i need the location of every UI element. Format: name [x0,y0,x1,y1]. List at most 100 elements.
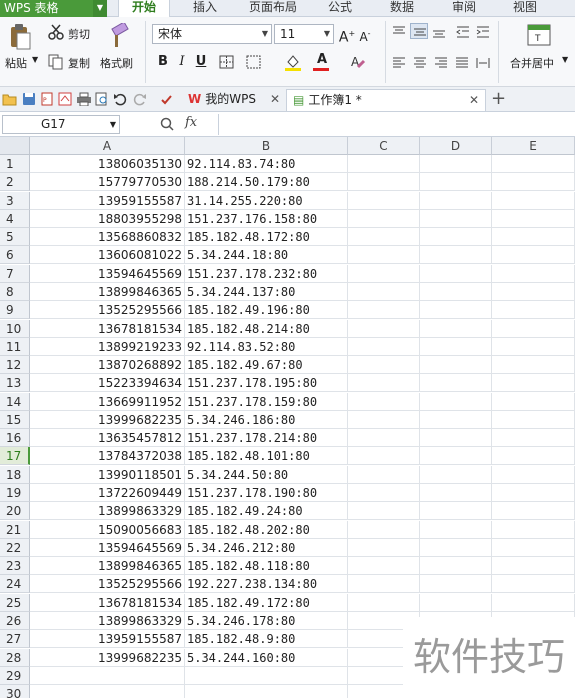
cell-c16[interactable] [348,429,420,448]
row-header[interactable]: 17 [0,447,30,466]
row-header[interactable]: 23 [0,557,30,576]
cell-a29[interactable] [30,666,185,685]
tab-data[interactable]: 数据 [380,0,424,17]
distributed-align-icon[interactable] [476,57,490,69]
align-bottom-icon[interactable] [432,26,446,38]
fill-color-icon[interactable] [284,53,302,71]
paste-icon[interactable] [8,23,32,51]
cell-d20[interactable] [420,502,492,521]
cell-d12[interactable] [420,356,492,375]
cell-a23[interactable]: 13899846365 [30,557,185,576]
paste-button[interactable]: 粘贴 [5,55,27,71]
chevron-down-icon[interactable]: ▼ [93,0,107,17]
row-header[interactable]: 25 [0,593,30,612]
cell-e20[interactable] [492,502,575,521]
tab-page-layout[interactable]: 页面布局 [240,0,306,17]
cell-c15[interactable] [348,410,420,429]
cell-c11[interactable] [348,337,420,356]
cell-b16[interactable]: 151.237.178.214:80 [185,429,348,448]
undo-icon[interactable] [113,92,127,106]
cell-b22[interactable]: 5.34.246.212:80 [185,538,348,557]
align-center-icon[interactable] [413,57,427,69]
cell-a19[interactable]: 13722609449 [30,484,185,503]
export-pdf-icon[interactable]: P [40,92,54,106]
row-header[interactable]: 1 [0,155,30,173]
cell-b30[interactable] [185,685,348,698]
cell-b11[interactable]: 92.114.83.52:80 [185,337,348,356]
cell-c10[interactable] [348,319,420,338]
row-header[interactable]: 7 [0,264,30,283]
row-header[interactable]: 16 [0,429,30,448]
cell-c8[interactable] [348,282,420,301]
cell-e9[interactable] [492,301,575,320]
cell-c13[interactable] [348,374,420,393]
cell-e12[interactable] [492,356,575,375]
copy-icon[interactable] [48,54,64,70]
border-icon[interactable] [219,55,235,69]
row-header[interactable]: 20 [0,502,30,521]
format-painter-icon[interactable] [107,23,131,49]
cell-d18[interactable] [420,465,492,484]
cell-b5[interactable]: 185.182.48.172:80 [185,228,348,247]
cell-d25[interactable] [420,593,492,612]
row-header[interactable]: 9 [0,301,30,320]
tab-insert[interactable]: 插入 [183,0,227,17]
cell-e10[interactable] [492,319,575,338]
column-header-e[interactable]: E [492,137,575,155]
cell-b1[interactable]: 92.114.83.74:80 [185,155,348,173]
cell-d10[interactable] [420,319,492,338]
new-tab-icon[interactable]: + [491,88,506,109]
cell-b17[interactable]: 185.182.48.101:80 [185,447,348,466]
row-header[interactable]: 4 [0,209,30,228]
cell-e6[interactable] [492,246,575,265]
cell-a15[interactable]: 13999682235 [30,410,185,429]
cell-a12[interactable]: 13870268892 [30,356,185,375]
cell-a24[interactable]: 13525295566 [30,575,185,594]
cell-b27[interactable]: 185.182.48.9:80 [185,630,348,649]
cell-d3[interactable] [420,191,492,210]
cell-e7[interactable] [492,264,575,283]
cell-c17[interactable] [348,447,420,466]
row-header[interactable]: 11 [0,337,30,356]
cell-b26[interactable]: 5.34.246.178:80 [185,612,348,630]
row-header[interactable]: 3 [0,191,30,210]
decrease-font-icon[interactable]: A- [356,25,374,44]
row-header[interactable]: 30 [0,685,30,698]
cell-c14[interactable] [348,392,420,411]
cell-e4[interactable] [492,209,575,228]
cell-e15[interactable] [492,410,575,429]
column-header-b[interactable]: B [185,137,348,155]
font-size-select[interactable]: 11 ▼ [274,24,334,44]
cell-b18[interactable]: 5.34.244.50:80 [185,465,348,484]
cell-d6[interactable] [420,246,492,265]
cell-d7[interactable] [420,264,492,283]
merge-center-icon[interactable]: T [527,24,551,46]
zoom-icon[interactable] [160,117,174,131]
cell-c1[interactable] [348,155,420,173]
print-preview-icon[interactable] [95,92,109,106]
cell-d11[interactable] [420,337,492,356]
cell-b2[interactable]: 188.214.50.179:80 [185,173,348,192]
cell-d22[interactable] [420,538,492,557]
clear-format-icon[interactable]: A [350,54,366,70]
cell-b21[interactable]: 185.182.48.202:80 [185,520,348,539]
cell-a25[interactable]: 13678181534 [30,593,185,612]
font-color-icon[interactable]: A [313,51,331,69]
cell-d15[interactable] [420,410,492,429]
cell-e3[interactable] [492,191,575,210]
cell-c18[interactable] [348,465,420,484]
cell-d4[interactable] [420,209,492,228]
cell-a11[interactable]: 13899219233 [30,337,185,356]
row-header[interactable]: 22 [0,538,30,557]
underline-icon[interactable]: U [192,53,210,71]
cell-b3[interactable]: 31.14.255.220:80 [185,191,348,210]
justify-icon[interactable] [455,57,469,69]
cell-e25[interactable] [492,593,575,612]
row-header[interactable]: 15 [0,410,30,429]
column-header-d[interactable]: D [420,137,492,155]
increase-font-icon[interactable]: A+ [338,25,356,46]
cell-b29[interactable] [185,666,348,685]
row-header[interactable]: 29 [0,666,30,685]
cell-c12[interactable] [348,356,420,375]
pdf-icon[interactable] [58,92,72,106]
